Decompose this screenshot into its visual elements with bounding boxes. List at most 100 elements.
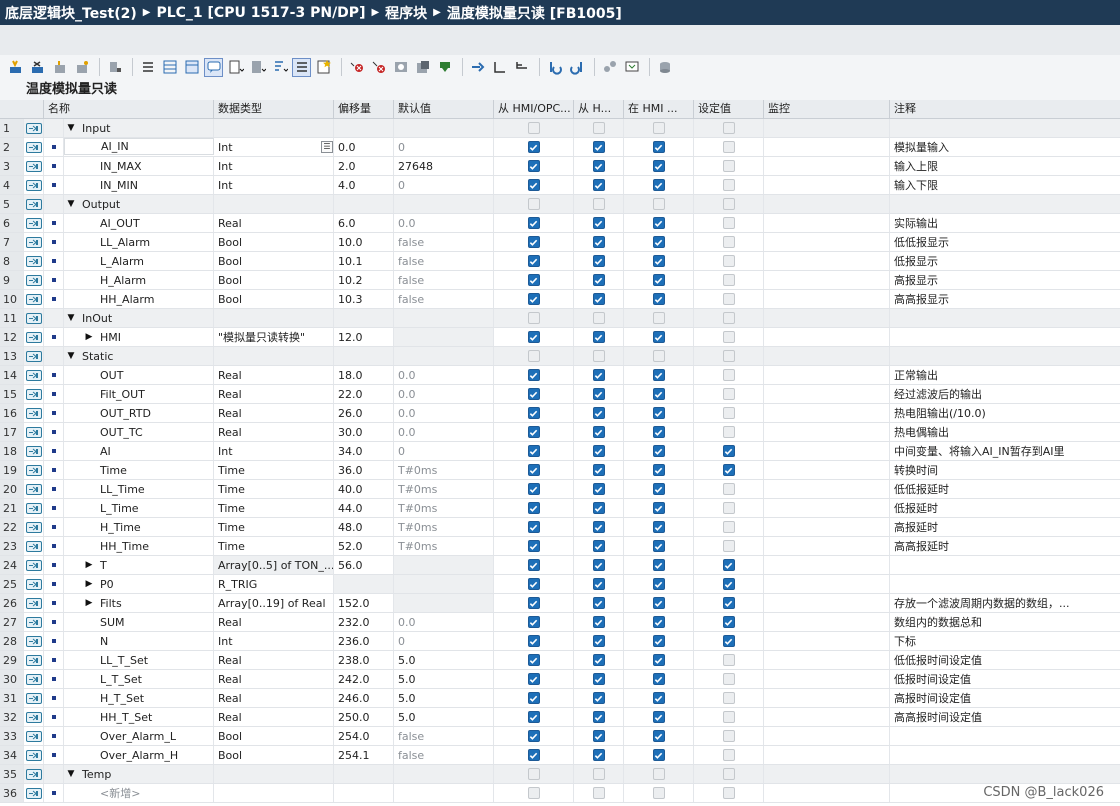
data-type-cell[interactable]: Real	[214, 613, 334, 631]
variable-name[interactable]: ▼ InOut	[64, 309, 214, 327]
filter-icon[interactable]	[292, 57, 311, 77]
collapse-arrow-icon[interactable]: ▼	[66, 769, 76, 779]
table-row[interactable]: 13 ▼ Static	[0, 347, 1120, 366]
data-type-cell[interactable]: Time	[214, 537, 334, 555]
data-type-cell[interactable]: Real	[214, 423, 334, 441]
checkbox-hmi-opc[interactable]	[527, 407, 540, 419]
checkbox-hmi-h[interactable]	[592, 179, 605, 191]
checkbox-in-hmi[interactable]	[652, 236, 665, 248]
default-value-cell[interactable]: 27648	[394, 157, 494, 175]
default-value-cell[interactable]: 0.0	[394, 404, 494, 422]
default-value-cell[interactable]: 5.0	[394, 670, 494, 688]
checkbox-in-hmi[interactable]	[652, 540, 665, 552]
comment-toggle-icon[interactable]	[204, 57, 223, 77]
checkbox-hmi-opc[interactable]	[527, 141, 540, 153]
header-comment[interactable]: 注释	[890, 100, 1120, 118]
data-type-cell[interactable]: Time	[214, 480, 334, 498]
comment-cell[interactable]	[890, 195, 1120, 213]
header-default[interactable]: 默认值	[394, 100, 494, 118]
variable-name[interactable]: <新增>	[64, 784, 214, 802]
copy-snapshot-icon[interactable]	[413, 58, 432, 77]
default-value-cell[interactable]: 5.0	[394, 651, 494, 669]
checkbox-hmi-opc[interactable]	[527, 578, 540, 590]
checkbox-hmi-h[interactable]	[592, 635, 605, 647]
expand-arrow-icon[interactable]: ▶	[84, 332, 94, 342]
checkbox-hmi-opc[interactable]	[527, 236, 540, 248]
checkbox-setpoint[interactable]	[722, 616, 735, 628]
variable-name[interactable]: ▼ Temp	[64, 765, 214, 783]
network-icon[interactable]	[600, 58, 619, 77]
table-row[interactable]: 22 H_Time Time 48.0 T#0ms 高报延时	[0, 518, 1120, 537]
checkbox-hmi-h[interactable]	[592, 445, 605, 457]
comment-cell[interactable]	[890, 727, 1120, 745]
checkbox-setpoint[interactable]	[722, 559, 735, 571]
data-type-cell[interactable]: Bool	[214, 252, 334, 270]
checkbox-hmi-h[interactable]	[592, 274, 605, 286]
collapse-arrow-icon[interactable]: ▼	[66, 199, 76, 209]
table-row[interactable]: 7 LL_Alarm Bool 10.0 false 低低报显示	[0, 233, 1120, 252]
comment-cell[interactable]: 经过滤波后的输出	[890, 385, 1120, 403]
table-row[interactable]: 23 HH_Time Time 52.0 T#0ms 高高报延时	[0, 537, 1120, 556]
snapshot-icon[interactable]	[391, 58, 410, 77]
header-name[interactable]: 名称	[44, 100, 214, 118]
checkbox-hmi-opc[interactable]	[527, 692, 540, 704]
default-value-cell[interactable]: 5.0	[394, 689, 494, 707]
comment-cell[interactable]: 数组内的数据总和	[890, 613, 1120, 631]
checkbox-in-hmi[interactable]	[652, 673, 665, 685]
checkbox-hmi-opc[interactable]	[527, 464, 540, 476]
checkbox-in-hmi[interactable]	[652, 749, 665, 761]
variable-name[interactable]: Over_Alarm_L	[64, 727, 214, 745]
checkbox-hmi-opc[interactable]	[527, 711, 540, 723]
table-row[interactable]: 35 ▼ Temp	[0, 765, 1120, 784]
header-hmi-h[interactable]: 从 H...	[574, 100, 624, 118]
comment-cell[interactable]: 高高报时间设定值	[890, 708, 1120, 726]
checkbox-hmi-opc[interactable]	[527, 160, 540, 172]
table-row[interactable]: 30 L_T_Set Real 242.0 5.0 低报时间设定值	[0, 670, 1120, 689]
checkbox-in-hmi[interactable]	[652, 331, 665, 343]
table-row[interactable]: 20 LL_Time Time 40.0 T#0ms 低低报延时	[0, 480, 1120, 499]
data-type-cell[interactable]: Time	[214, 499, 334, 517]
comment-cell[interactable]: 输入下限	[890, 176, 1120, 194]
variable-name[interactable]: ▼ Input	[64, 119, 214, 137]
collapse-all-icon[interactable]	[248, 58, 267, 77]
header-in-hmi[interactable]: 在 HMI ...	[624, 100, 694, 118]
data-type-cell[interactable]: Real	[214, 670, 334, 688]
data-type-cell[interactable]: Real	[214, 689, 334, 707]
checkbox-hmi-h[interactable]	[592, 540, 605, 552]
table-row[interactable]: 1 ▼ Input	[0, 119, 1120, 138]
checkbox-in-hmi[interactable]	[652, 616, 665, 628]
comment-cell[interactable]: 高报延时	[890, 518, 1120, 536]
comment-cell[interactable]	[890, 765, 1120, 783]
checkbox-hmi-h[interactable]	[592, 749, 605, 761]
default-value-cell[interactable]	[394, 556, 494, 574]
comment-cell[interactable]: 高高报延时	[890, 537, 1120, 555]
checkbox-hmi-opc[interactable]	[527, 673, 540, 685]
monitor-step-icon[interactable]	[490, 58, 509, 77]
variable-name[interactable]: H_Time	[64, 518, 214, 536]
checkbox-hmi-h[interactable]	[592, 730, 605, 742]
table-row[interactable]: 2 AI_IN Int ☰ 0.0 0 模拟量输入	[0, 138, 1120, 157]
collapse-arrow-icon[interactable]: ▼	[66, 313, 76, 323]
variable-name[interactable]: Time	[64, 461, 214, 479]
checkbox-hmi-h[interactable]	[592, 255, 605, 267]
checkbox-in-hmi[interactable]	[652, 274, 665, 286]
checkbox-hmi-opc[interactable]	[527, 730, 540, 742]
checkbox-hmi-opc[interactable]	[527, 445, 540, 457]
table-row[interactable]: 9 H_Alarm Bool 10.2 false 高报显示	[0, 271, 1120, 290]
checkbox-hmi-h[interactable]	[592, 559, 605, 571]
checkbox-in-hmi[interactable]	[652, 369, 665, 381]
comment-cell[interactable]: 输入上限	[890, 157, 1120, 175]
default-value-cell[interactable]: 0.0	[394, 613, 494, 631]
variable-name[interactable]: Over_Alarm_H	[64, 746, 214, 764]
list-view-icon[interactable]	[138, 58, 157, 77]
default-value-cell[interactable]: false	[394, 727, 494, 745]
checkbox-setpoint[interactable]	[722, 597, 735, 609]
variable-name[interactable]: LL_T_Set	[64, 651, 214, 669]
data-type-cell[interactable]: Time	[214, 518, 334, 536]
data-type-cell[interactable]	[214, 309, 334, 327]
checkbox-hmi-opc[interactable]	[527, 635, 540, 647]
default-value-cell[interactable]: 0.0	[394, 423, 494, 441]
checkbox-hmi-opc[interactable]	[527, 749, 540, 761]
checkbox-in-hmi[interactable]	[652, 141, 665, 153]
default-value-cell[interactable]: 5.0	[394, 708, 494, 726]
